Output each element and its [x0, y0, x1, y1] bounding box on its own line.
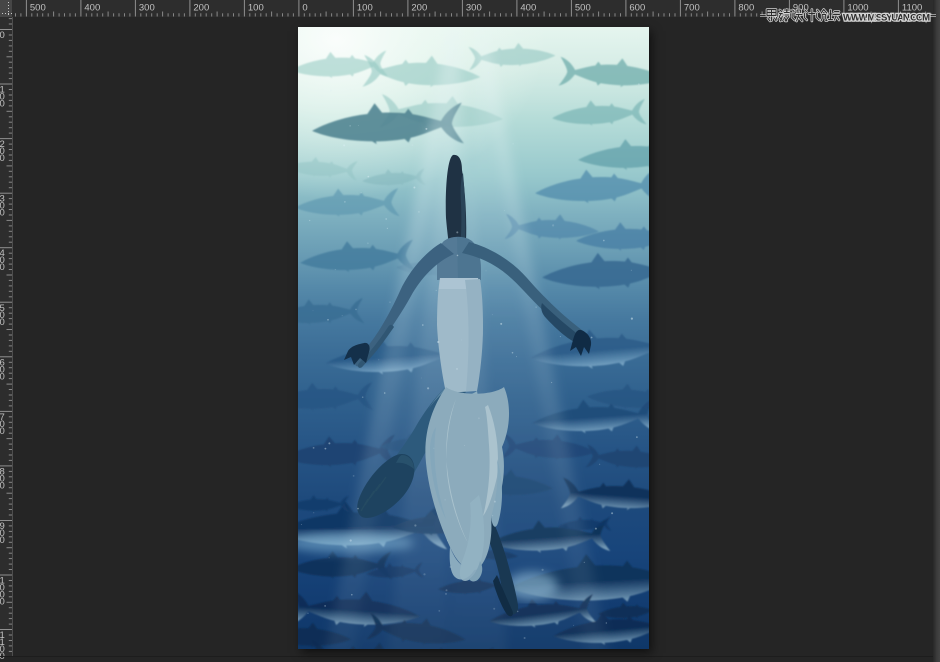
svg-text:0: 0	[0, 426, 5, 437]
svg-text:0: 0	[0, 208, 5, 219]
svg-text:WWW.MISSYUAN.COM: WWW.MISSYUAN.COM	[843, 13, 930, 24]
svg-text:0: 0	[0, 99, 5, 110]
svg-text:0: 0	[0, 597, 5, 608]
svg-text:0: 0	[0, 30, 5, 41]
svg-text:0: 0	[0, 371, 5, 382]
svg-text:0: 0	[0, 153, 5, 164]
svg-text:0: 0	[0, 262, 5, 273]
svg-text:0: 0	[0, 480, 5, 491]
svg-text:0: 0	[0, 535, 5, 546]
svg-text:0: 0	[0, 317, 5, 328]
